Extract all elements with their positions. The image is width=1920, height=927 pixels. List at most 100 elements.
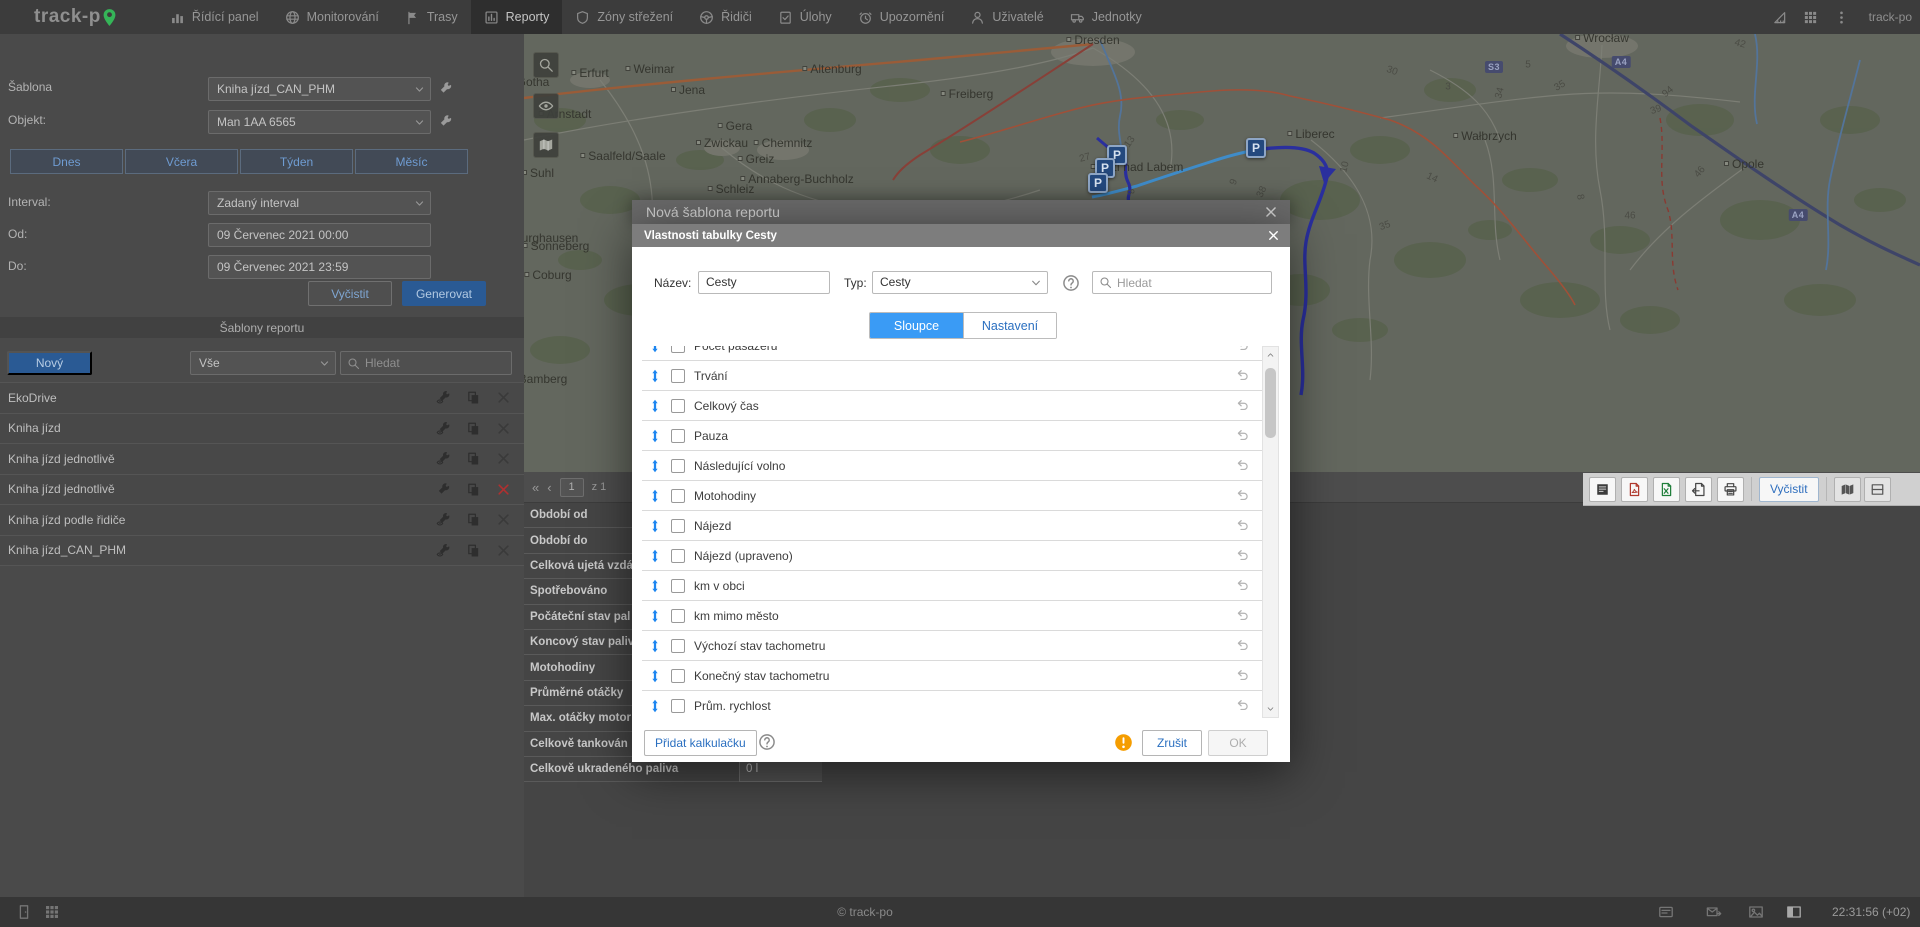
objekt-select[interactable]: Man 1AA 6565 — [208, 110, 431, 134]
column-checkbox[interactable] — [671, 369, 685, 383]
column-list-item[interactable]: Celkový čas — [642, 391, 1262, 421]
day-range-button[interactable]: Dnes — [10, 149, 123, 174]
ok-button[interactable]: OK — [1208, 730, 1268, 756]
date-to-input[interactable]: 09 Červenec 2021 23:59 — [208, 255, 431, 279]
scroll-up-icon[interactable] — [1264, 348, 1277, 362]
sablona-settings-wrench-icon[interactable] — [438, 81, 453, 96]
close-icon[interactable] — [496, 482, 511, 497]
template-edit-wrench-icon[interactable] — [436, 451, 451, 466]
typ-select[interactable]: Cesty — [872, 271, 1048, 294]
day-range-button[interactable]: Týden — [240, 149, 353, 174]
brand-logo[interactable]: track-p — [34, 6, 117, 28]
card-lines-icon[interactable] — [1658, 904, 1674, 920]
drag-reorder-icon[interactable] — [648, 398, 662, 414]
reset-undo-icon[interactable] — [1235, 548, 1250, 563]
reset-undo-icon[interactable] — [1235, 398, 1250, 413]
prev-page-button[interactable]: ‹ — [547, 480, 551, 495]
day-range-button[interactable]: Včera — [125, 149, 238, 174]
column-checkbox[interactable] — [671, 489, 685, 503]
template-edit-wrench-icon[interactable] — [436, 543, 451, 558]
generate-button[interactable]: Generovat — [402, 281, 486, 306]
template-list-item[interactable]: Kniha jízd podle řidiče — [0, 505, 524, 536]
parking-marker[interactable]: P — [1088, 173, 1108, 193]
copy-icon[interactable] — [466, 482, 481, 497]
page-number-input[interactable]: 1 — [560, 478, 584, 497]
sablona-select[interactable]: Kniha jízd_CAN_PHM — [208, 77, 431, 101]
close-icon[interactable] — [496, 543, 511, 558]
help-icon[interactable] — [1062, 274, 1080, 292]
reset-undo-icon[interactable] — [1235, 458, 1250, 473]
map-control-button[interactable] — [533, 52, 559, 78]
door-panel-icon[interactable] — [16, 904, 32, 920]
reset-undo-icon[interactable] — [1235, 698, 1250, 713]
column-list-item[interactable]: Následující volno — [642, 451, 1262, 481]
column-checkbox[interactable] — [671, 346, 685, 353]
drag-reorder-icon[interactable] — [648, 578, 662, 594]
close-icon[interactable] — [496, 390, 511, 405]
column-checkbox[interactable] — [671, 579, 685, 593]
export-tool-button[interactable] — [1685, 477, 1712, 502]
nav-menu-item[interactable]: Upozornění — [845, 0, 958, 34]
export-tool-button[interactable] — [1621, 477, 1648, 502]
modal-tab[interactable]: Sloupce — [870, 313, 963, 338]
column-list-item[interactable]: Počet pasažérů — [642, 346, 1262, 361]
parking-marker[interactable]: P — [1246, 138, 1266, 158]
mail-forward-icon[interactable] — [1706, 904, 1722, 920]
map-control-button[interactable] — [533, 93, 559, 119]
column-search-input[interactable]: Hledat — [1092, 271, 1272, 294]
column-list-item[interactable]: km mimo město — [642, 601, 1262, 631]
drag-reorder-icon[interactable] — [648, 346, 662, 354]
reset-undo-icon[interactable] — [1235, 608, 1250, 623]
map-control-button[interactable] — [533, 132, 559, 158]
new-template-button[interactable]: Nový — [7, 351, 92, 375]
columns-scrollbar[interactable] — [1262, 346, 1279, 718]
close-icon[interactable] — [1264, 205, 1278, 219]
column-list-item[interactable]: Nájezd (upraveno) — [642, 541, 1262, 571]
column-checkbox[interactable] — [671, 429, 685, 443]
reset-undo-icon[interactable] — [1235, 428, 1250, 443]
template-filter-select[interactable]: Vše — [190, 351, 336, 375]
column-list-item[interactable]: Motohodiny — [642, 481, 1262, 511]
report-clear-button[interactable]: Vyčistit — [1759, 477, 1819, 502]
column-list-item[interactable]: Trvání — [642, 361, 1262, 391]
export-tool-button[interactable] — [1589, 477, 1616, 502]
column-list-item[interactable]: Nájezd — [642, 511, 1262, 541]
view-toggle-button[interactable] — [1864, 477, 1891, 502]
nav-menu-item[interactable]: Řidiči — [686, 0, 765, 34]
nav-menu-item[interactable]: Reporty — [471, 0, 563, 34]
day-range-button[interactable]: Měsíc — [355, 149, 468, 174]
view-toggle-button[interactable] — [1834, 477, 1861, 502]
drag-reorder-icon[interactable] — [648, 548, 662, 564]
reset-undo-icon[interactable] — [1235, 638, 1250, 653]
cancel-button[interactable]: Zrušit — [1142, 730, 1202, 756]
copy-icon[interactable] — [466, 512, 481, 527]
clear-button[interactable]: Vyčistit — [308, 281, 392, 306]
export-tool-button[interactable] — [1653, 477, 1680, 502]
nav-menu-item[interactable]: Úlohy — [765, 0, 845, 34]
column-list-item[interactable]: Výchozí stav tachometru — [642, 631, 1262, 661]
column-list-item[interactable]: Konečný stav tachometru — [642, 661, 1262, 691]
interval-select[interactable]: Zadaný interval — [208, 191, 431, 215]
drag-reorder-icon[interactable] — [648, 608, 662, 624]
close-icon[interactable] — [496, 451, 511, 466]
help-icon[interactable] — [758, 733, 776, 751]
copy-icon[interactable] — [466, 451, 481, 466]
nav-menu-item[interactable]: Uživatelé — [957, 0, 1056, 34]
account-label[interactable]: track-po — [1869, 10, 1912, 24]
template-list-item[interactable]: EkoDrive — [0, 383, 524, 414]
copy-icon[interactable] — [466, 421, 481, 436]
nav-menu-item[interactable]: Trasy — [392, 0, 471, 34]
column-checkbox[interactable] — [671, 459, 685, 473]
scrollbar-thumb[interactable] — [1265, 368, 1276, 438]
apps-grid-icon[interactable] — [44, 904, 60, 920]
drag-reorder-icon[interactable] — [648, 638, 662, 654]
template-edit-wrench-icon[interactable] — [436, 482, 451, 497]
nav-menu-item[interactable]: Zóny střežení — [562, 0, 686, 34]
reset-undo-icon[interactable] — [1235, 578, 1250, 593]
reset-undo-icon[interactable] — [1235, 346, 1250, 353]
template-list-item[interactable]: Kniha jízd jednotlivě — [0, 444, 524, 475]
copy-icon[interactable] — [466, 543, 481, 558]
drag-reorder-icon[interactable] — [648, 368, 662, 384]
column-checkbox[interactable] — [671, 669, 685, 683]
objekt-settings-wrench-icon[interactable] — [438, 114, 453, 129]
